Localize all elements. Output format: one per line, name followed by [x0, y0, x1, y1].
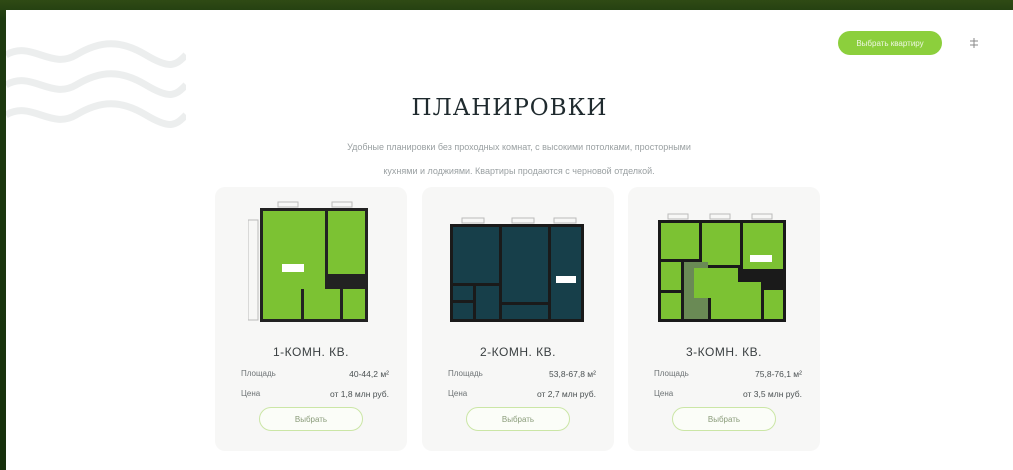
choose-button[interactable]: Выбрать [672, 407, 776, 431]
area-value: 40-44,2 м² [349, 369, 389, 379]
choose-button[interactable]: Выбрать [259, 407, 363, 431]
floor-plan-1-room[interactable] [248, 200, 374, 330]
price-row: Цена от 3,5 млн руб. [654, 389, 802, 399]
area-label: Площадь [241, 369, 276, 378]
choose-apartment-button[interactable]: Выбрать квартиру [838, 31, 942, 55]
price-row: Цена от 2,7 млн руб. [448, 389, 596, 399]
price-value: от 2,7 млн руб. [536, 389, 596, 399]
area-row: Площадь 40-44,2 м² [241, 369, 389, 379]
area-row: Площадь 75,8-76,1 м² [654, 369, 802, 379]
menu-icon[interactable] [966, 35, 982, 51]
area-row: Площадь 53,8-67,8 м² [448, 369, 596, 379]
area-value: 53,8-67,8 м² [549, 369, 596, 379]
area-value: 75,8-76,1 м² [755, 369, 802, 379]
choose-button[interactable]: Выбрать [466, 407, 570, 431]
card-3-room: 3-КОМН. КВ. Площадь 75,8-76,1 м² Цена от… [628, 187, 820, 451]
area-label: Площадь [654, 369, 689, 378]
price-label: Цена [654, 389, 674, 398]
price-label: Цена [241, 389, 261, 398]
floor-plan-2-room[interactable] [442, 200, 592, 330]
card-2-room: 2-КОМН. КВ. Площадь 53,8-67,8 м² Цена от… [422, 187, 614, 451]
subtitle-line: Удобные планировки без проходных комнат,… [347, 142, 691, 152]
card-1-room: 1-КОМН. КВ. Площадь 40-44,2 м² Цена от 1… [215, 187, 407, 451]
price-value: от 1,8 млн руб. [329, 389, 389, 399]
price-row: Цена от 1,8 млн руб. [241, 389, 389, 399]
subtitle-line: кухнями и лоджиями. Квартиры продаются с… [383, 166, 655, 176]
floor-plan-3-room[interactable] [650, 200, 800, 330]
price-value: от 3,5 млн руб. [742, 389, 802, 399]
section-title: ПЛАНИРОВКИ [411, 95, 608, 121]
card-title: 2-КОМН. КВ. [479, 345, 557, 359]
card-title: 3-КОМН. КВ. [685, 345, 763, 359]
area-label: Площадь [448, 369, 483, 378]
section-subtitle: Удобные планировки без проходных комнат,… [289, 135, 749, 183]
card-title: 1-КОМН. КВ. [272, 345, 350, 359]
page: Выбрать квартиру ПЛАНИРОВКИ Удобные план… [6, 10, 1013, 470]
price-label: Цена [448, 389, 468, 398]
